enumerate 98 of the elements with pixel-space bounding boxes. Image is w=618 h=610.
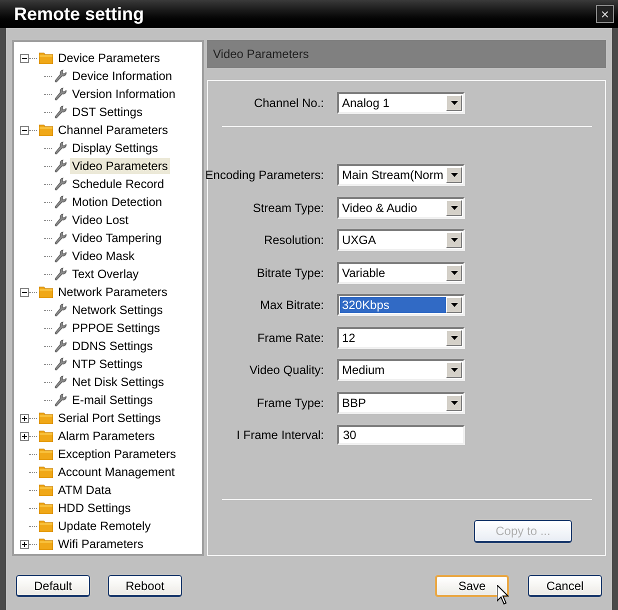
dropdown[interactable]: Medium <box>337 359 465 381</box>
tree-item[interactable]: Motion Detection <box>70 194 164 210</box>
tree-item[interactable]: DST Settings <box>70 104 144 120</box>
expand-box[interactable] <box>20 432 29 440</box>
tree-item[interactable]: Device Parameters <box>56 50 162 66</box>
expand-box[interactable] <box>20 414 29 422</box>
caret-icon <box>450 206 458 210</box>
wrench-icon <box>54 357 67 371</box>
tree-item[interactable]: DDNS Settings <box>70 338 155 354</box>
collapse-box[interactable] <box>20 54 29 62</box>
wrench-icon <box>54 105 67 119</box>
tree-item[interactable]: NTP Settings <box>70 356 144 372</box>
field-label: Frame Rate: <box>256 330 324 346</box>
field-label: Video Quality: <box>248 362 324 379</box>
collapse-box[interactable] <box>20 126 29 134</box>
caret-icon <box>450 238 458 242</box>
field-label: Channel No.: <box>252 95 324 112</box>
input-field[interactable]: 30 <box>337 425 465 445</box>
wrench-icon <box>54 159 67 173</box>
dropdown[interactable]: UXGA <box>337 229 465 251</box>
tree-item[interactable]: Alarm Parameters <box>56 428 157 444</box>
folder-icon <box>39 484 53 496</box>
dialog-button[interactable]: Default <box>16 575 90 597</box>
folder-icon <box>39 430 53 442</box>
tree-item[interactable]: Device Information <box>70 68 174 84</box>
caret-icon <box>450 368 458 372</box>
wrench-icon <box>54 195 67 209</box>
tree-item[interactable]: Network Settings <box>70 302 165 318</box>
tree-item[interactable]: Account Management <box>56 464 177 480</box>
dropdown[interactable]: 320Kbps <box>337 294 465 316</box>
tree-item[interactable]: HDD Settings <box>56 500 133 516</box>
window-title: Remote setting <box>14 2 144 26</box>
field-label: I Frame Interval: <box>236 427 324 444</box>
tree-item[interactable]: Exception Parameters <box>56 446 178 462</box>
wrench-icon <box>54 249 67 263</box>
wrench-icon <box>54 321 67 335</box>
field-label: Resolution: <box>262 232 324 249</box>
field-label: Frame Type: <box>256 394 324 412</box>
wrench-icon <box>54 141 67 155</box>
wrench-icon <box>54 393 67 407</box>
tree-item[interactable]: Network Parameters <box>56 284 170 300</box>
folder-icon <box>39 502 53 514</box>
wrench-icon <box>54 69 67 83</box>
folder-icon <box>39 286 53 298</box>
cursor-icon <box>497 585 509 605</box>
folder-icon <box>39 124 53 136</box>
caret-icon <box>450 270 458 274</box>
tree-item[interactable]: E-mail Settings <box>70 392 155 408</box>
tree-item[interactable]: Video Lost <box>70 212 130 228</box>
wrench-icon <box>54 87 67 101</box>
tree-item[interactable]: Schedule Record <box>70 176 166 192</box>
wrench-icon <box>54 267 67 281</box>
field-label: Stream Type: <box>252 200 324 216</box>
tree-item[interactable]: Update Remotely <box>56 518 153 534</box>
field-label: Encoding Parameters: <box>204 167 324 184</box>
tree-item[interactable]: Serial Port Settings <box>56 410 163 426</box>
tree-item[interactable]: Video Mask <box>70 248 136 264</box>
folder-icon <box>39 538 53 550</box>
field-label: Max Bitrate: <box>258 297 324 314</box>
dropdown[interactable]: Main Stream(Norm <box>337 164 465 186</box>
wrench-icon <box>54 177 67 191</box>
tree-item[interactable]: Video Parameters <box>70 158 170 174</box>
dropdown[interactable]: Variable <box>337 262 465 284</box>
caret-icon <box>450 336 458 340</box>
dialog-button[interactable]: Cancel <box>528 575 602 597</box>
tree-item[interactable]: Display Settings <box>70 140 160 156</box>
tree-item[interactable]: Version Information <box>70 86 178 102</box>
tree-item[interactable]: ATM Data <box>56 482 114 498</box>
collapse-box[interactable] <box>20 288 29 296</box>
panel-title: Video Parameters <box>213 46 309 63</box>
wrench-icon <box>54 213 67 227</box>
dialog-button[interactable]: Reboot <box>108 575 182 597</box>
close-button[interactable]: × <box>596 5 614 23</box>
dropdown[interactable]: Analog 1 <box>337 92 465 114</box>
wrench-icon <box>54 231 67 245</box>
caret-icon <box>450 101 458 105</box>
tree-item[interactable]: Text Overlay <box>70 266 141 282</box>
wrench-icon <box>54 339 67 353</box>
folder-icon <box>39 520 53 532</box>
caret-icon <box>450 400 458 404</box>
expand-box[interactable] <box>20 540 29 548</box>
dropdown[interactable]: 12 <box>337 326 465 348</box>
wrench-icon <box>54 303 67 317</box>
tree-item[interactable]: Video Tampering <box>70 230 164 246</box>
caret-icon <box>450 173 458 177</box>
field-label: Bitrate Type: <box>256 264 324 282</box>
tree-item[interactable]: PPPOE Settings <box>70 320 162 336</box>
tree-item[interactable]: Wifi Parameters <box>56 536 146 552</box>
caret-icon <box>450 303 458 307</box>
folder-icon <box>39 448 53 460</box>
folder-icon <box>39 466 53 478</box>
tree-item[interactable]: Net Disk Settings <box>70 374 166 390</box>
folder-icon <box>39 52 53 64</box>
tree-item[interactable]: Channel Parameters <box>56 122 170 138</box>
folder-icon <box>39 412 53 424</box>
wrench-icon <box>54 375 67 389</box>
dropdown[interactable]: BBP <box>337 392 465 414</box>
dropdown[interactable]: Video & Audio <box>337 196 465 218</box>
